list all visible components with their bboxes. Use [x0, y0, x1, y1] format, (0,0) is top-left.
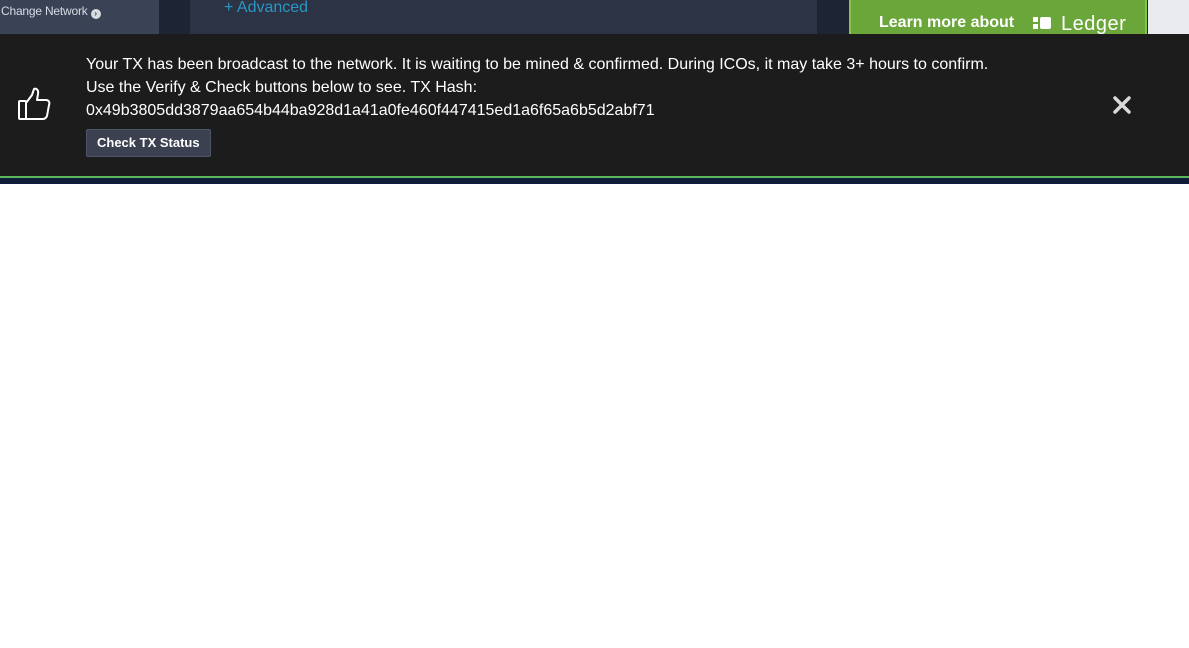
footer-strip: [0, 178, 1189, 184]
close-icon[interactable]: [1110, 93, 1134, 117]
ledger-logo-icon: [1033, 17, 1051, 29]
change-network-link[interactable]: Change Network ›: [1, 4, 101, 19]
tx-hash: 0x49b3805dd3879aa654b44ba928d1a41a0fe460…: [86, 102, 655, 119]
check-tx-status-button[interactable]: Check TX Status: [86, 129, 211, 157]
screen: Change Network › + Advanced Learn more ab…: [0, 0, 1189, 648]
promo-brand: Ledger: [1061, 13, 1127, 35]
advanced-link[interactable]: + Advanced: [224, 0, 308, 17]
arrow-circle-right-icon: ›: [90, 9, 101, 19]
thumbs-up-icon: [18, 87, 51, 120]
promo-text: Learn more about: [879, 14, 1015, 31]
change-network-label: Change Network: [1, 4, 88, 18]
message-line-1: Your TX has been broadcast to the networ…: [86, 56, 989, 73]
message-line-2: Use the Verify & Check buttons below to …: [86, 79, 478, 96]
notification-message: Your TX has been broadcast to the networ…: [86, 53, 1076, 122]
